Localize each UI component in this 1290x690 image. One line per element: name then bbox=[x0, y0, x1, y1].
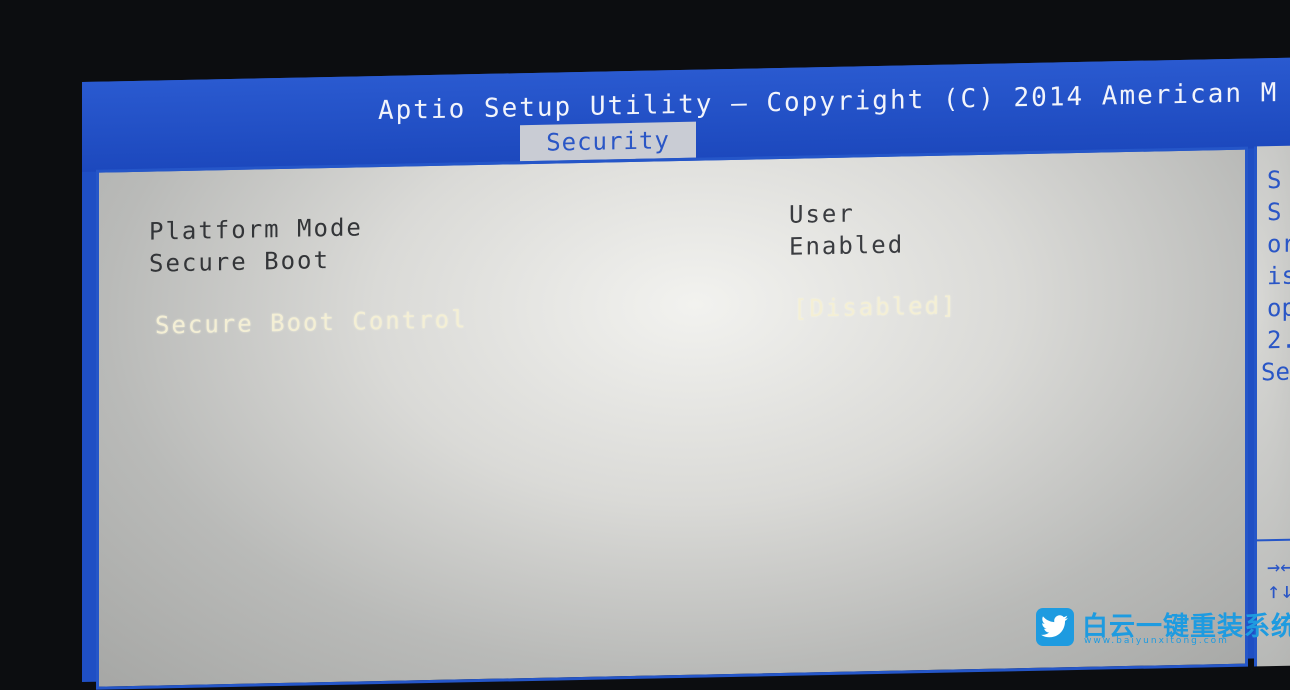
tab-security[interactable]: Security bbox=[520, 121, 696, 162]
help-line: Se bbox=[1261, 357, 1290, 387]
help-panel: S S or is op 2. Se →←: ↑↓: bbox=[1254, 144, 1290, 667]
help-line: op bbox=[1267, 293, 1290, 323]
secure-boot-value: Enabled bbox=[789, 230, 905, 261]
help-divider bbox=[1257, 537, 1290, 542]
key-hints: →←: ↑↓: bbox=[1267, 554, 1290, 605]
secure-boot-control-option[interactable]: Secure Boot Control bbox=[155, 305, 468, 339]
bios-screen: Aptio Setup Utility – Copyright (C) 2014… bbox=[82, 57, 1290, 690]
watermark: 白云一键重装系统 www.baiyunxitong.com bbox=[1036, 606, 1290, 648]
bios-title: Aptio Setup Utility – Copyright (C) 2014… bbox=[378, 77, 1279, 127]
watermark-url: www.baiyunxitong.com bbox=[1084, 636, 1229, 646]
key-hint-left-right: →←: bbox=[1267, 554, 1290, 581]
help-line: 2. bbox=[1267, 325, 1290, 355]
platform-mode-value: User bbox=[789, 199, 855, 229]
help-line: S bbox=[1267, 197, 1282, 227]
help-line: S bbox=[1267, 165, 1282, 195]
twitter-bird-icon bbox=[1036, 608, 1074, 646]
help-line: is bbox=[1267, 261, 1290, 291]
secure-boot-label: Secure Boot bbox=[149, 246, 330, 278]
help-line: or bbox=[1267, 229, 1290, 259]
secure-boot-control-value[interactable]: [Disabled] bbox=[793, 291, 958, 322]
key-hint-up-down: ↑↓: bbox=[1267, 578, 1290, 605]
platform-mode-label: Platform Mode bbox=[149, 213, 363, 246]
